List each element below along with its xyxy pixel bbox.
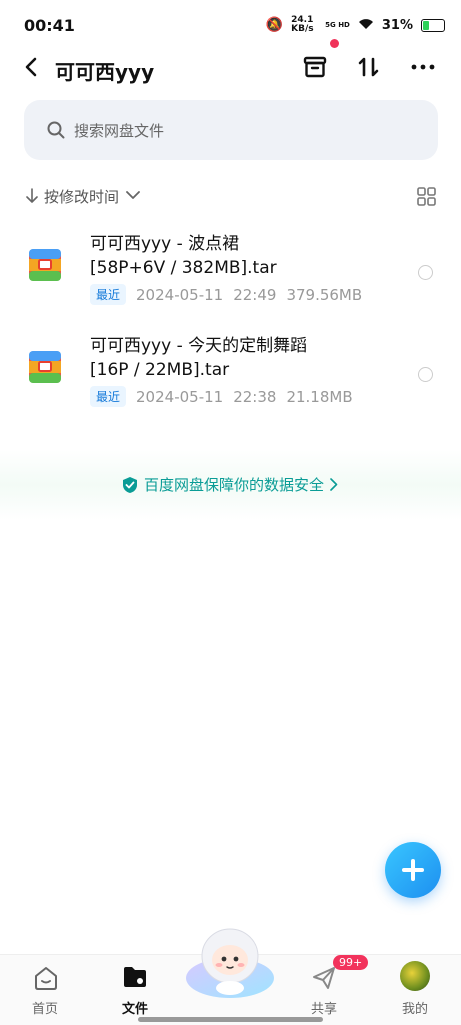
back-arrow-icon[interactable] <box>20 55 44 79</box>
tab-profile[interactable]: 我的 <box>375 955 455 1025</box>
file-name-line2: [58P+6V / 382MB].tar <box>90 258 277 278</box>
send-icon <box>313 967 335 989</box>
file-item[interactable]: 可可西yyy - 波点裙 [58P+6V / 382MB].tar 最近 202… <box>0 225 461 320</box>
status-icons: 🔕 24.1 KB/s 5G HD 31% <box>266 16 445 34</box>
archive-icon[interactable] <box>301 53 329 81</box>
home-icon <box>35 967 57 990</box>
safety-banner: 百度网盘保障你的数据安全 <box>0 450 461 520</box>
file-name: 可可西yyy - 今天的定制舞蹈 [16P / 22MB].tar <box>90 334 390 382</box>
search-icon <box>47 121 65 139</box>
file-size: 379.56MB <box>286 285 363 304</box>
mascot-assistant-icon[interactable] <box>184 926 277 998</box>
select-radio[interactable] <box>418 265 433 280</box>
chevron-down-icon[interactable] <box>126 191 140 200</box>
mute-icon: 🔕 <box>265 17 284 33</box>
tab-home[interactable]: 首页 <box>5 955 85 1025</box>
tab-share-label: 共享 <box>310 1002 337 1017</box>
safety-link[interactable]: 百度网盘保障你的数据安全 <box>122 474 338 495</box>
archive-file-icon <box>29 351 61 383</box>
recent-badge: 最近 <box>90 284 127 305</box>
file-meta: 最近 2024-05-11 22:38 21.18MB <box>90 386 353 407</box>
tab-profile-label: 我的 <box>401 1002 428 1017</box>
archive-file-icon <box>29 249 61 281</box>
status-bar: 00:41 🔕 24.1 KB/s 5G HD 31% <box>0 0 461 50</box>
file-time: 22:49 <box>233 285 277 304</box>
add-button[interactable] <box>385 842 441 898</box>
page-title: 可可西yyy <box>55 60 155 84</box>
chevron-right-icon <box>330 478 338 491</box>
more-icon[interactable] <box>409 53 437 81</box>
search-bar[interactable]: 搜索网盘文件 <box>24 100 438 160</box>
battery-fill <box>423 20 429 30</box>
battery-icon <box>421 18 445 32</box>
sort-order-icon[interactable] <box>355 53 383 81</box>
share-count-badge: 99+ <box>333 955 369 970</box>
select-radio[interactable] <box>418 367 433 382</box>
file-name: 可可西yyy - 波点裙 [58P+6V / 382MB].tar <box>90 232 390 280</box>
sort-bar: 按修改时间 <box>24 183 438 209</box>
net-type: 5G HD <box>325 21 350 29</box>
recent-badge: 最近 <box>90 386 127 407</box>
sort-label[interactable]: 按修改时间 <box>44 186 119 207</box>
home-indicator <box>138 1017 323 1022</box>
shield-icon <box>123 476 137 493</box>
file-name-line1: 可可西yyy - 今天的定制舞蹈 <box>90 336 308 356</box>
tab-files[interactable]: 文件 <box>95 955 175 1025</box>
file-name-line1: 可可西yyy - 波点裙 <box>90 234 240 254</box>
notification-dot <box>330 39 339 48</box>
app-header: 可可西yyy <box>0 39 461 95</box>
file-date: 2024-05-11 <box>136 285 224 304</box>
arrow-down-icon <box>26 188 38 203</box>
file-size: 21.18MB <box>286 387 353 406</box>
net-speed: 24.1 KB/s <box>291 15 314 34</box>
safety-text: 百度网盘保障你的数据安全 <box>144 476 325 494</box>
grid-view-icon[interactable] <box>417 187 436 206</box>
file-date: 2024-05-11 <box>136 387 224 406</box>
battery-percent: 31% <box>381 17 413 33</box>
avatar <box>400 961 430 991</box>
file-time: 22:38 <box>233 387 277 406</box>
file-item[interactable]: 可可西yyy - 今天的定制舞蹈 [16P / 22MB].tar 最近 202… <box>0 327 461 422</box>
file-meta: 最近 2024-05-11 22:49 379.56MB <box>90 284 362 305</box>
search-placeholder: 搜索网盘文件 <box>74 122 165 140</box>
folder-icon <box>124 967 146 987</box>
tab-files-label: 文件 <box>121 1002 148 1017</box>
wifi-icon <box>358 17 374 34</box>
file-name-line2: [16P / 22MB].tar <box>90 360 230 380</box>
tab-home-label: 首页 <box>31 1002 58 1017</box>
status-time: 00:41 <box>24 16 75 35</box>
